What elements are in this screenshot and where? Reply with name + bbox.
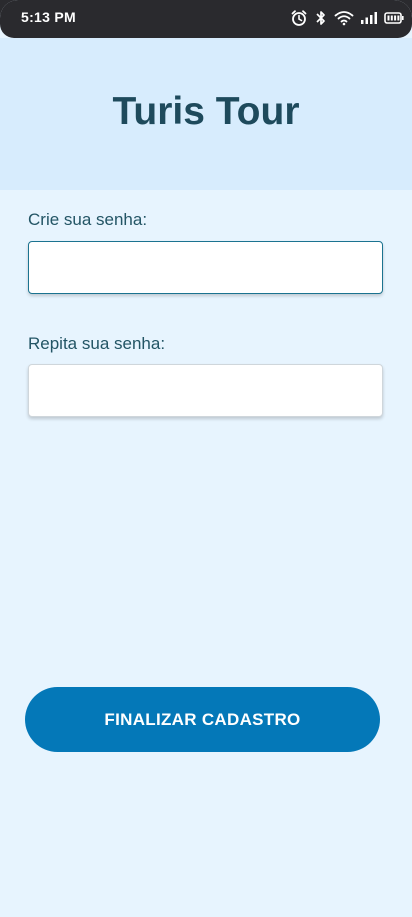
status-bar: 5:13 PM bbox=[0, 0, 412, 38]
password-field[interactable] bbox=[28, 241, 383, 294]
repeat-password-field[interactable] bbox=[28, 364, 383, 417]
cellular-signal-icon bbox=[360, 11, 378, 25]
status-icons bbox=[290, 9, 404, 27]
battery-icon bbox=[384, 11, 404, 25]
app-title: Turis Tour bbox=[112, 90, 300, 133]
repeat-password-label: Repita sua senha: bbox=[28, 334, 166, 353]
alarm-icon bbox=[290, 9, 308, 27]
status-time: 5:13 PM bbox=[21, 9, 77, 25]
wifi-icon bbox=[334, 10, 354, 26]
bluetooth-icon bbox=[314, 9, 328, 27]
app-screen: 5:13 PM Turis Tour Crie sua senha: Repit… bbox=[0, 0, 412, 917]
finish-registration-button[interactable]: FINALIZAR CADASTRO bbox=[25, 687, 380, 752]
app-header: Turis Tour bbox=[0, 38, 412, 190]
password-label: Crie sua senha: bbox=[28, 210, 148, 229]
